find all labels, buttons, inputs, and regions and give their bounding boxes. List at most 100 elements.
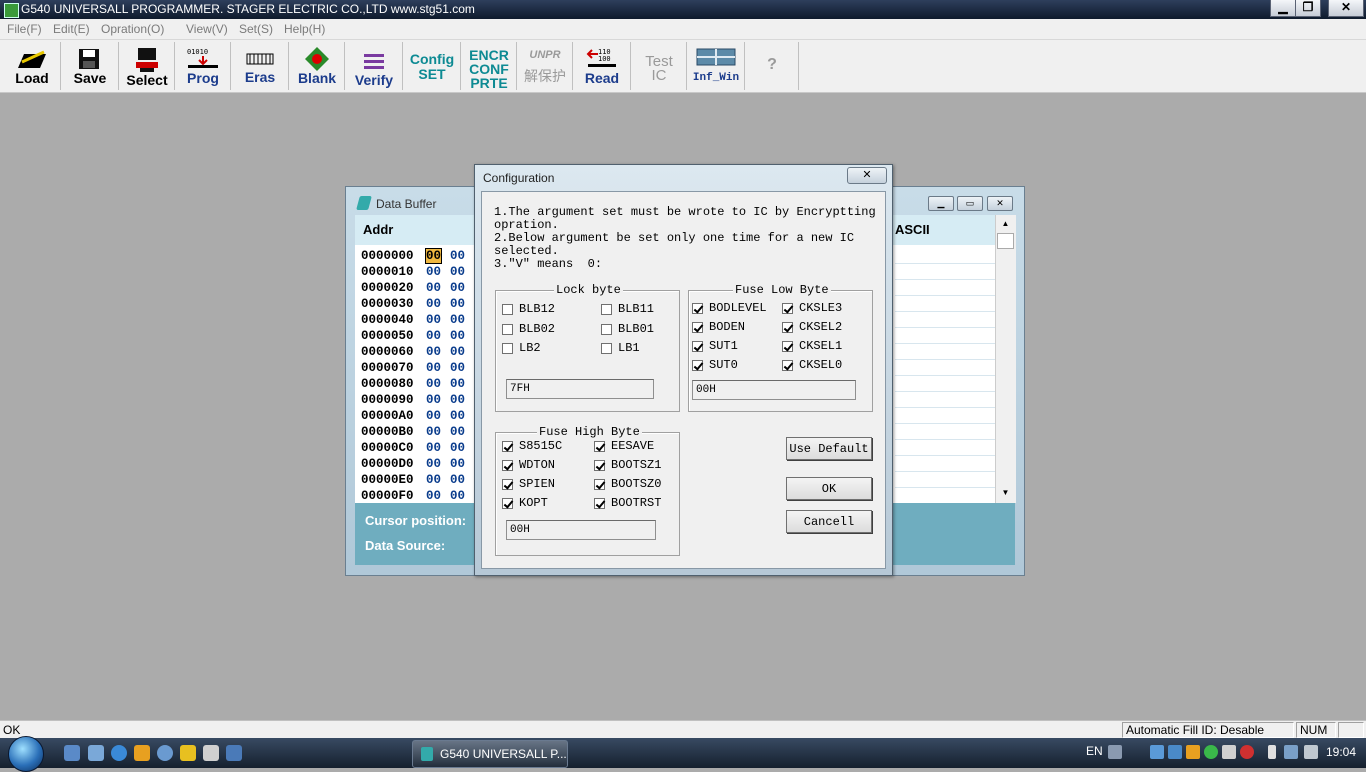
encrypt-config-button[interactable]: ENCR CONF PRTE bbox=[462, 42, 517, 91]
scroll-thumb[interactable] bbox=[997, 233, 1014, 249]
vertical-scrollbar[interactable]: ▲ ▼ bbox=[995, 215, 1016, 503]
hex-byte-cell[interactable]: 00 bbox=[450, 281, 465, 295]
hex-byte-cell[interactable]: 00 bbox=[450, 313, 465, 327]
keyboard-icon[interactable] bbox=[1108, 745, 1122, 759]
load-button[interactable]: Load bbox=[4, 42, 61, 90]
menu-view[interactable]: View(V) bbox=[186, 22, 228, 36]
use-default-button[interactable]: Use Default bbox=[786, 437, 872, 460]
checkbox-cksel2[interactable] bbox=[782, 322, 793, 333]
hex-byte-cell[interactable]: 00 bbox=[426, 457, 441, 471]
media-icon[interactable] bbox=[157, 745, 173, 761]
info-window-button[interactable]: Inf_Win bbox=[688, 42, 745, 90]
taskbar-app-button[interactable]: G540 UNIVERSALL P... bbox=[412, 740, 568, 768]
hex-byte-cell[interactable]: 00 bbox=[450, 249, 465, 263]
tray-device-icon[interactable] bbox=[1222, 745, 1236, 759]
hex-byte-cell[interactable]: 00 bbox=[450, 361, 465, 375]
checkbox-sut0[interactable] bbox=[692, 360, 703, 371]
hex-byte-cell[interactable]: 00 bbox=[450, 473, 465, 487]
fuse-high-value[interactable]: 00H bbox=[506, 520, 656, 540]
test-ic-button[interactable]: Test IC bbox=[632, 42, 687, 90]
hex-byte-cell[interactable]: 00 bbox=[450, 265, 465, 279]
checkbox-blb12[interactable] bbox=[502, 304, 513, 315]
hex-byte-cell[interactable]: 00 bbox=[450, 425, 465, 439]
hex-byte-cell[interactable]: 00 bbox=[450, 345, 465, 359]
clock[interactable]: 19:04 bbox=[1326, 745, 1356, 759]
app-shortcut-2-icon[interactable] bbox=[226, 745, 242, 761]
tray-alert-icon[interactable] bbox=[1240, 745, 1254, 759]
close-button[interactable]: ✕ bbox=[1328, 0, 1364, 17]
ok-button[interactable]: OK bbox=[786, 477, 872, 500]
hex-byte-cell[interactable]: 00 bbox=[426, 441, 441, 455]
checkbox-lb2[interactable] bbox=[502, 343, 513, 354]
checkbox-boden[interactable] bbox=[692, 322, 703, 333]
hex-byte-cell[interactable]: 00 bbox=[450, 409, 465, 423]
checkbox-s8515c[interactable] bbox=[502, 441, 513, 452]
tray-security-icon[interactable] bbox=[1186, 745, 1200, 759]
scroll-down-arrow-icon[interactable]: ▼ bbox=[997, 485, 1014, 500]
scroll-up-arrow-icon[interactable]: ▲ bbox=[997, 216, 1014, 231]
verify-button[interactable]: Verify bbox=[346, 42, 403, 90]
hex-byte-cell[interactable]: 00 bbox=[450, 441, 465, 455]
hex-byte-cell[interactable]: 00 bbox=[424, 248, 443, 264]
menu-help[interactable]: Help(H) bbox=[284, 22, 325, 36]
messenger-icon[interactable] bbox=[134, 745, 150, 761]
save-button[interactable]: Save bbox=[62, 42, 119, 90]
checkbox-bootsz1[interactable] bbox=[594, 460, 605, 471]
eras-button[interactable]: Eras bbox=[232, 42, 289, 90]
checkbox-sut1[interactable] bbox=[692, 341, 703, 352]
player-icon[interactable] bbox=[180, 745, 196, 761]
volume-muted-icon[interactable] bbox=[1304, 745, 1318, 759]
cancel-button[interactable]: Cancell bbox=[786, 510, 872, 533]
hex-byte-cell[interactable]: 00 bbox=[426, 393, 441, 407]
internet-explorer-icon[interactable] bbox=[111, 745, 127, 761]
hex-byte-cell[interactable]: 00 bbox=[450, 329, 465, 343]
select-button[interactable]: Select bbox=[120, 42, 175, 90]
buffer-close-button[interactable]: ✕ bbox=[987, 196, 1013, 211]
checkbox-wdton[interactable] bbox=[502, 460, 513, 471]
hex-byte-cell[interactable]: 00 bbox=[450, 457, 465, 471]
hex-byte-cell[interactable]: 00 bbox=[450, 297, 465, 311]
show-desktop-icon[interactable] bbox=[64, 745, 80, 761]
fuse-low-value[interactable]: 00H bbox=[692, 380, 856, 400]
checkbox-kopt[interactable] bbox=[502, 498, 513, 509]
menu-operation[interactable]: Opration(O) bbox=[101, 22, 164, 36]
hex-byte-cell[interactable]: 00 bbox=[450, 393, 465, 407]
help-button[interactable]: ? bbox=[746, 42, 799, 90]
checkbox-lb1[interactable] bbox=[601, 343, 612, 354]
hex-byte-cell[interactable]: 00 bbox=[426, 489, 441, 503]
network-icon[interactable] bbox=[1284, 745, 1298, 759]
hex-byte-cell[interactable]: 00 bbox=[426, 377, 441, 391]
checkbox-bodlevel[interactable] bbox=[692, 303, 703, 314]
menu-file[interactable]: File(F) bbox=[7, 22, 42, 36]
checkbox-bootrst[interactable] bbox=[594, 498, 605, 509]
tray-network-icon[interactable] bbox=[1168, 745, 1182, 759]
hex-byte-cell[interactable]: 00 bbox=[426, 345, 441, 359]
app-shortcut-icon[interactable] bbox=[203, 745, 219, 761]
hex-byte-cell[interactable]: 00 bbox=[426, 265, 441, 279]
start-button[interactable] bbox=[8, 736, 44, 772]
language-indicator[interactable]: EN bbox=[1086, 744, 1103, 758]
checkbox-bootsz0[interactable] bbox=[594, 479, 605, 490]
tray-status-icon[interactable] bbox=[1204, 745, 1218, 759]
buffer-minimize-button[interactable]: ▁ bbox=[928, 196, 954, 211]
checkbox-cksel1[interactable] bbox=[782, 341, 793, 352]
hex-byte-cell[interactable]: 00 bbox=[426, 473, 441, 487]
explorer-icon[interactable] bbox=[88, 745, 104, 761]
menu-set[interactable]: Set(S) bbox=[239, 22, 273, 36]
hex-byte-cell[interactable]: 00 bbox=[426, 281, 441, 295]
checkbox-spien[interactable] bbox=[502, 479, 513, 490]
read-button[interactable]: 110 100 Read bbox=[574, 42, 631, 90]
tray-app-icon[interactable] bbox=[1150, 745, 1164, 759]
battery-icon[interactable] bbox=[1268, 745, 1276, 759]
checkbox-cksle3[interactable] bbox=[782, 303, 793, 314]
config-set-button[interactable]: Config SET bbox=[404, 42, 461, 90]
prog-button[interactable]: 01010 Prog bbox=[176, 42, 231, 90]
unprotect-button[interactable]: UNPR 解保护 bbox=[518, 42, 573, 90]
buffer-maximize-button[interactable]: ▭ bbox=[957, 196, 983, 211]
checkbox-blb02[interactable] bbox=[502, 324, 513, 335]
hex-byte-cell[interactable]: 00 bbox=[426, 425, 441, 439]
checkbox-blb01[interactable] bbox=[601, 324, 612, 335]
checkbox-cksel0[interactable] bbox=[782, 360, 793, 371]
hex-byte-cell[interactable]: 00 bbox=[426, 329, 441, 343]
hex-byte-cell[interactable]: 00 bbox=[426, 313, 441, 327]
